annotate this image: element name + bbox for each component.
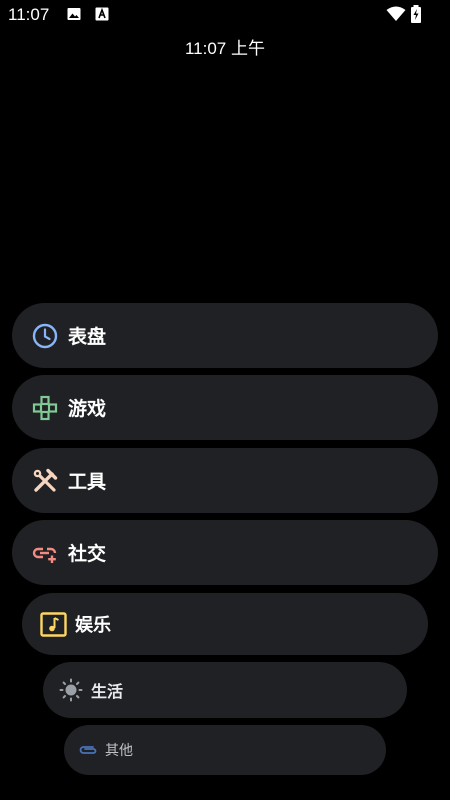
tools-icon <box>31 467 59 495</box>
category-label: 表盘 <box>68 326 107 348</box>
category-lifestyle[interactable]: 生活 <box>43 662 407 718</box>
category-label: 社交 <box>68 543 107 565</box>
font-a-icon <box>95 7 109 21</box>
category-label: 其他 <box>105 743 133 759</box>
sun-icon <box>59 678 83 702</box>
category-tools[interactable]: 工具 <box>12 448 438 513</box>
category-social[interactable]: 社交 <box>12 520 438 585</box>
status-bar: 11:07 <box>0 0 450 30</box>
category-label: 工具 <box>68 471 107 493</box>
music-note-icon <box>39 611 67 637</box>
link-plus-icon <box>31 539 59 567</box>
category-label: 游戏 <box>68 398 107 420</box>
category-label: 生活 <box>91 682 124 701</box>
clock-icon <box>31 322 59 350</box>
category-label: 娱乐 <box>75 615 111 636</box>
status-time: 11:07 <box>8 5 50 24</box>
clock-time: 11:07 上午 <box>184 39 265 58</box>
battery-charging-icon <box>410 5 422 23</box>
category-entertainment[interactable]: 娱乐 <box>22 593 428 655</box>
wifi-icon <box>386 6 406 22</box>
category-other[interactable]: 其他 <box>64 725 386 775</box>
image-icon <box>67 7 81 21</box>
paperclip-icon <box>78 740 98 760</box>
gamepad-icon <box>31 394 59 422</box>
category-games[interactable]: 游戏 <box>12 375 438 440</box>
category-watch-faces[interactable]: 表盘 <box>12 303 438 368</box>
